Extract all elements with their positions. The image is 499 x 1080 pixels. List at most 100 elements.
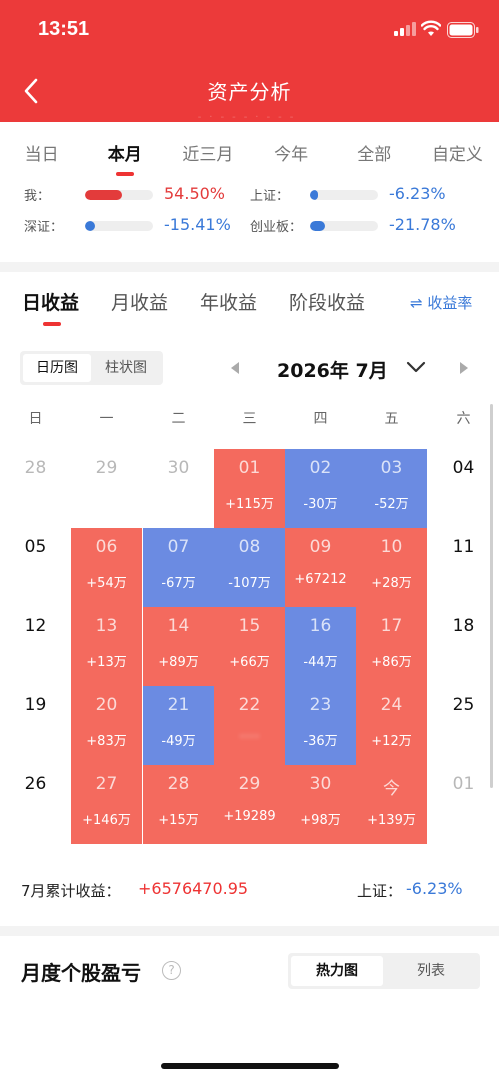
heatmap-button[interactable]: 热力图 [291,956,383,986]
calendar-day-cell[interactable]: 今 +139万 [356,765,427,844]
day-number: 09 [309,537,332,557]
calendar-day-cell[interactable]: 27 +146万 [71,765,142,844]
calendar-day-cell[interactable]: 30 +98万 [285,765,356,844]
compare-bar-fill [310,221,325,231]
calendar-day-cell[interactable]: 02 -30万 [285,449,356,528]
tab-period-profit[interactable]: 阶段收益 [289,288,365,315]
day-number: 13 [95,616,118,636]
calendar-day-cell[interactable]: 05 [0,528,71,607]
weekday-label: 六 [456,411,471,427]
compare-row-chinext: 创业板： -21.78% [250,215,499,237]
calendar-day-cell[interactable]: 22 ····· [214,686,285,765]
calendar-day-cell[interactable]: 16 -44万 [285,607,356,686]
page-title: 资产分析 [207,80,292,104]
calendar-day-cell[interactable]: 01 +115万 [214,449,285,528]
calendar-day-cell[interactable]: 29 +19289 [214,765,285,844]
day-profit-value: -107万 [228,576,271,591]
tab-yearly-profit[interactable]: 年收益 [200,288,257,315]
range-tab-today[interactable]: 当日 [0,122,83,174]
calendar-day-cell[interactable]: 20 +83万 [71,686,142,765]
day-profit-value: +12万 [371,734,412,749]
day-profit-value: +146万 [82,813,131,828]
range-tab-three-months[interactable]: 近三月 [166,122,249,174]
day-number: 11 [452,537,475,557]
bar-view-button[interactable]: 柱状图 [92,354,160,382]
calendar-day-cell[interactable]: 07 -67万 [143,528,214,607]
compare-value: -21.78% [389,215,456,234]
previous-month-icon[interactable] [229,361,241,375]
range-tab-this-year[interactable]: 今年 [250,122,333,174]
calendar-day-cell[interactable]: 21 -49万 [143,686,214,765]
calendar-day-cell[interactable]: 12 [0,607,71,686]
calendar-day-cell[interactable]: 03 -52万 [356,449,427,528]
calendar-day-cell[interactable]: 14 +89万 [143,607,214,686]
section-divider [0,262,499,272]
calendar-day-cell[interactable]: 13 +13万 [71,607,142,686]
day-number: 18 [452,616,475,636]
range-tab-this-month[interactable]: 本月 [83,122,166,176]
day-profit-value: -49万 [161,734,196,749]
help-icon[interactable]: ? [162,961,181,980]
day-profit-value: +67212 [294,572,347,587]
tab-monthly-profit[interactable]: 月收益 [111,288,168,315]
day-profit-value: +13万 [86,655,127,670]
list-button[interactable]: 列表 [385,956,477,986]
compare-bar-fill [85,221,96,231]
calendar-day-cell[interactable]: 18 [428,607,499,686]
compare-value: 54.50% [164,184,226,203]
index-value: -6.23% [406,879,463,898]
calendar-day-cell[interactable]: 28 +15万 [143,765,214,844]
app-header: 13:51 资产分析 -·---·--- [0,0,499,123]
compare-row-mine: 我： 54.50% [0,184,250,206]
month-label[interactable]: 2026年 7月 [277,356,388,383]
benchmark-comparison: 我： 54.50% 上证： -6.23% 深证： -15.41% 创业板： -2… [0,178,499,244]
calendar-day-cell[interactable]: 06 +54万 [71,528,142,607]
compare-bar-fill [85,190,123,200]
active-tab-underline [43,322,61,326]
month-summary: 7月累计收益： +6576470.95 上证： -6.23% [0,878,499,902]
day-number: 15 [238,616,261,636]
calendar-day-cell[interactable]: 01 [428,765,499,844]
day-profit-value: +89万 [158,655,199,670]
chevron-down-icon[interactable] [405,359,427,375]
day-number: 01 [238,458,261,478]
next-month-icon[interactable] [458,361,470,375]
day-number: 04 [452,458,475,478]
weekday-label: 二 [171,411,186,427]
range-tab-custom[interactable]: 自定义 [416,122,499,174]
calendar-day-cell[interactable]: 15 +66万 [214,607,285,686]
month-navigator: 2026年 7月 [225,354,480,384]
day-number: 05 [24,537,47,557]
day-profit-value: +83万 [86,734,127,749]
day-number: 25 [452,695,475,715]
day-profit-value: ····· [239,730,260,745]
day-number: 今 [383,779,400,799]
calendar-day-cell[interactable]: 17 +86万 [356,607,427,686]
calendar-day-cell[interactable]: 09 +67212 [285,528,356,607]
day-profit-value: +139万 [367,813,416,828]
calendar-day-cell[interactable]: 10 +28万 [356,528,427,607]
calendar-day-cell[interactable]: 29 [71,449,142,528]
compare-bar [310,190,378,200]
calendar-day-cell[interactable]: 08 -107万 [214,528,285,607]
calendar-day-cell[interactable]: 11 [428,528,499,607]
yield-rate-toggle[interactable]: ⇌ 收益率 [410,292,472,313]
day-profit-value: -30万 [303,497,338,512]
status-time: 13:51 [38,18,90,40]
section-divider [0,926,499,936]
scrollbar[interactable] [490,404,493,788]
calendar-view-button[interactable]: 日历图 [23,354,91,382]
compare-label: 创业板： [250,220,303,235]
calendar-day-cell[interactable]: 26 [0,765,71,844]
tab-daily-profit[interactable]: 日收益 [22,288,79,315]
day-number: 24 [380,695,403,715]
range-tab-all[interactable]: 全部 [333,122,416,174]
calendar-day-cell[interactable]: 28 [0,449,71,528]
day-profit-value: +98万 [300,813,341,828]
calendar-day-cell[interactable]: 30 [143,449,214,528]
calendar-day-cell[interactable]: 19 [0,686,71,765]
calendar-day-cell[interactable]: 24 +12万 [356,686,427,765]
calendar-day-cell[interactable]: 04 [428,449,499,528]
calendar-day-cell[interactable]: 25 [428,686,499,765]
calendar-day-cell[interactable]: 23 -36万 [285,686,356,765]
